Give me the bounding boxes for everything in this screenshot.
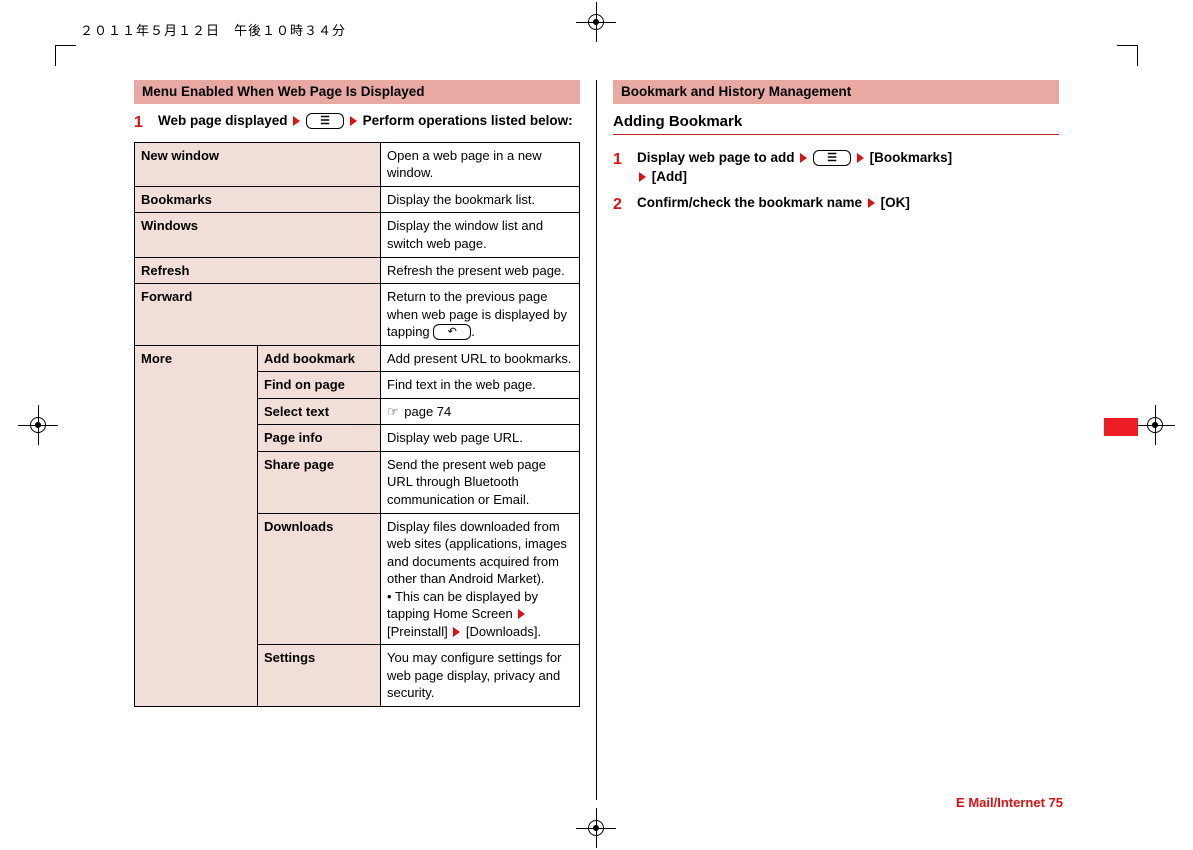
menu-key-icon: ☰ (306, 113, 344, 129)
page-timestamp: ２０１１年５月１２日 午後１０時３４分 (80, 20, 346, 39)
step-text: Confirm/check the bookmark name [OK] (637, 194, 1059, 216)
row-desc: Send the present web page URL through Bl… (381, 451, 580, 513)
desc-text: Return to the previous page when web pag… (387, 289, 567, 339)
arrow-icon (800, 153, 807, 163)
registration-mark-icon (28, 415, 48, 435)
row-label: Windows (135, 213, 381, 257)
row-label: Page info (258, 425, 381, 452)
back-key-icon (433, 324, 471, 340)
page-footer: E Mail/Internet 75 (956, 795, 1063, 810)
step-1: 1 Display web page to add ☰ [Bookmarks] … (613, 149, 1059, 185)
step-text: Web page displayed ☰ Perform operations … (158, 112, 580, 134)
row-label: Refresh (135, 257, 381, 284)
footer-page-number: 75 (1049, 795, 1063, 810)
desc-text: page 74 (401, 404, 452, 419)
step-mid: [Bookmarks] (870, 150, 953, 165)
row-label: Share page (258, 451, 381, 513)
row-label: New window (135, 142, 381, 186)
arrow-icon (518, 609, 525, 619)
pointer-icon (387, 404, 401, 419)
step-post: Perform operations listed below: (363, 113, 573, 128)
step-tail: [Add] (652, 169, 687, 184)
row-desc: Add present URL to bookmarks. (381, 345, 580, 372)
section-title-left: Menu Enabled When Web Page Is Displayed (134, 80, 580, 104)
row-label: Forward (135, 284, 381, 346)
arrow-icon (453, 627, 460, 637)
arrow-icon (868, 198, 875, 208)
section-title-right: Bookmark and History Management (613, 80, 1059, 104)
step-pre: Confirm/check the bookmark name (637, 195, 862, 210)
row-desc: Find text in the web page. (381, 372, 580, 399)
row-desc: Display files downloaded from web sites … (381, 513, 580, 645)
table-row: Refresh Refresh the present web page. (135, 257, 580, 284)
row-desc: Open a web page in a new window. (381, 142, 580, 186)
row-label: Add bookmark (258, 345, 381, 372)
arrow-icon (857, 153, 864, 163)
sub-heading: Adding Bookmark (613, 112, 1059, 135)
step-1: 1 Web page displayed ☰ Perform operation… (134, 112, 580, 134)
row-desc: Display the bookmark list. (381, 186, 580, 213)
step-pre: Display web page to add (637, 150, 795, 165)
registration-mark-icon (586, 12, 606, 32)
arrow-icon (293, 116, 300, 126)
row-label: Settings (258, 645, 381, 707)
footer-section: E Mail/Internet (956, 795, 1045, 810)
row-desc: Refresh the present web page. (381, 257, 580, 284)
registration-mark-icon (1145, 415, 1165, 435)
table-row: New window Open a web page in a new wind… (135, 142, 580, 186)
table-row: Windows Display the window list and swit… (135, 213, 580, 257)
table-row: More Add bookmark Add present URL to boo… (135, 345, 580, 372)
row-label: Find on page (258, 372, 381, 399)
row-desc: page 74 (381, 398, 580, 425)
bullet-tail: [Downloads]. (462, 624, 541, 639)
bullet-mid: [Preinstall] (387, 624, 451, 639)
row-label: Select text (258, 398, 381, 425)
crop-mark (1117, 45, 1138, 66)
thumb-tab (1104, 418, 1138, 436)
step-text: Display web page to add ☰ [Bookmarks] [A… (637, 149, 1059, 185)
registration-mark-icon (586, 818, 606, 838)
step-number: 1 (613, 149, 627, 185)
arrow-icon (350, 116, 357, 126)
row-desc: You may configure settings for web page … (381, 645, 580, 707)
column-divider (596, 80, 597, 800)
table-row: Forward Return to the previous page when… (135, 284, 580, 346)
menu-key-icon: ☰ (813, 150, 851, 166)
desc-tail: . (471, 324, 475, 339)
page-content: Menu Enabled When Web Page Is Displayed … (120, 80, 1073, 800)
menu-table: New window Open a web page in a new wind… (134, 142, 580, 707)
step-number: 1 (134, 112, 148, 134)
row-label: Downloads (258, 513, 381, 645)
step-tail: [OK] (881, 195, 910, 210)
more-label: More (135, 345, 258, 706)
row-desc: Return to the previous page when web pag… (381, 284, 580, 346)
step-pre: Web page displayed (158, 113, 288, 128)
row-desc: Display the window list and switch web p… (381, 213, 580, 257)
arrow-icon (639, 172, 646, 182)
desc-text: Display files downloaded from web sites … (387, 519, 567, 587)
step-number: 2 (613, 194, 627, 216)
bullet-text: This can be displayed by tapping Home Sc… (387, 589, 538, 622)
crop-mark (55, 45, 76, 66)
left-column: Menu Enabled When Web Page Is Displayed … (120, 80, 594, 800)
right-column: Bookmark and History Management Adding B… (599, 80, 1073, 800)
row-desc: Display web page URL. (381, 425, 580, 452)
table-row: Bookmarks Display the bookmark list. (135, 186, 580, 213)
step-2: 2 Confirm/check the bookmark name [OK] (613, 194, 1059, 216)
row-label: Bookmarks (135, 186, 381, 213)
